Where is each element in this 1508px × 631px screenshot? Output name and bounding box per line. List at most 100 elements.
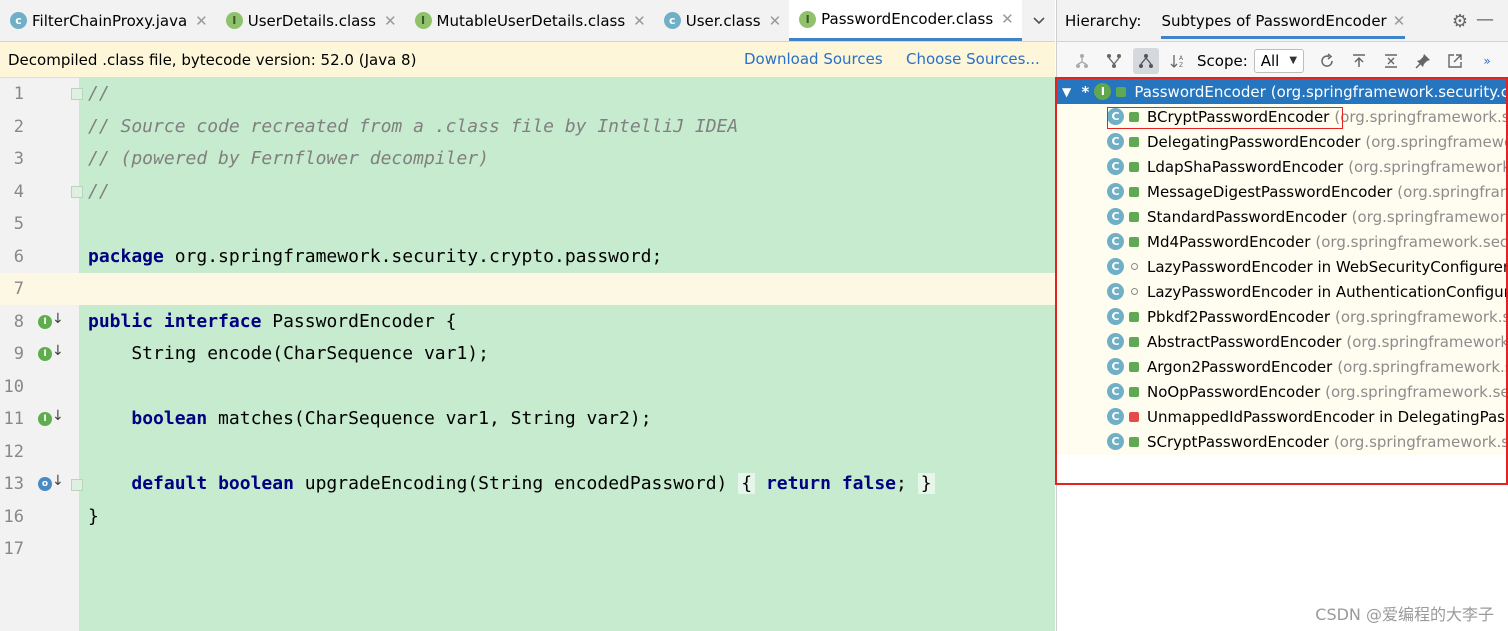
tab-label: FilterChainProxy.java: [32, 11, 188, 30]
close-icon[interactable]: »: [1474, 48, 1500, 74]
minimize-icon[interactable]: —: [1476, 9, 1494, 30]
subtypes-icon[interactable]: [1133, 47, 1159, 74]
choose-sources-link[interactable]: Choose Sources...: [906, 50, 1040, 68]
tree-item[interactable]: C Md4PasswordEncoder (org.springframewor…: [1057, 229, 1508, 254]
class-icon: C: [1107, 333, 1124, 350]
hierarchy-tree: ▼ * I PasswordEncoder (org.springframewo…: [1057, 79, 1508, 455]
keyword: package: [88, 246, 164, 267]
tree-item[interactable]: C UnmappedIdPasswordEncoder in Delegatin…: [1057, 404, 1508, 429]
tree-item[interactable]: C LazyPasswordEncoder in WebSecurityConf…: [1057, 254, 1508, 279]
tree-item-name: PasswordEncoder: [1134, 82, 1266, 101]
arrow-down-icon: ↓: [52, 473, 64, 489]
tree-item-package: (org.springframework: [1351, 207, 1508, 226]
public-icon: [1129, 336, 1139, 347]
chevron-down-icon[interactable]: [1023, 0, 1055, 41]
class-icon: C: [1107, 283, 1124, 300]
arrow-down-icon: ↓: [52, 343, 64, 359]
keyword: public: [88, 311, 154, 332]
hierarchy-panel: Hierarchy: Subtypes of PasswordEncoder ✕ …: [1056, 0, 1508, 631]
code-line: //: [88, 78, 110, 110]
close-icon[interactable]: ✕: [633, 12, 646, 30]
close-icon[interactable]: ✕: [195, 12, 208, 30]
tree-root-passwordencoder[interactable]: ▼ * I PasswordEncoder (org.springframewo…: [1057, 79, 1508, 104]
scope-dropdown[interactable]: All ▼: [1253, 48, 1305, 73]
sort-alpha-icon[interactable]: AZ: [1165, 48, 1191, 74]
tree-item[interactable]: C LazyPasswordEncoder in AuthenticationC…: [1057, 279, 1508, 304]
line-number: 4: [13, 182, 24, 202]
export-icon[interactable]: [1346, 48, 1372, 74]
tab-label: UserDetails.class: [247, 11, 376, 30]
class-icon: C: [1107, 108, 1124, 125]
close-icon[interactable]: ✕: [769, 12, 782, 30]
editor-pane: c FilterChainProxy.java ✕ I UserDetails.…: [0, 0, 1055, 631]
tab-mutableuserdetails[interactable]: I MutableUserDetails.class ✕: [405, 0, 654, 41]
public-icon: [1129, 236, 1139, 247]
line-number: 11: [3, 409, 24, 429]
close-icon[interactable]: ✕: [1393, 12, 1406, 30]
method-encode: String encode(CharSequence var1);: [88, 343, 489, 364]
tab-label: MutableUserDetails.class: [436, 11, 626, 30]
tree-item[interactable]: C NoOpPasswordEncoder (org.springframewo…: [1057, 379, 1508, 404]
tab-passwordencoder[interactable]: I PasswordEncoder.class ✕: [789, 0, 1022, 41]
tab-userdetails[interactable]: I UserDetails.class ✕: [216, 0, 405, 41]
keyword: interface: [163, 311, 262, 332]
code-line: // Source code recreated from a .class f…: [88, 111, 738, 143]
supertypes-icon[interactable]: [1101, 48, 1127, 74]
implemented-icon[interactable]: I: [38, 347, 52, 361]
folded-brace[interactable]: {: [738, 473, 756, 494]
decompiled-message: Decompiled .class file, bytecode version…: [8, 50, 417, 69]
svg-text:Z: Z: [1179, 62, 1183, 69]
tree-item[interactable]: C SCryptPasswordEncoder (org.springframe…: [1057, 429, 1508, 454]
tree-item[interactable]: C Pbkdf2PasswordEncoder (org.springframe…: [1057, 304, 1508, 329]
comment: //: [88, 83, 110, 104]
class-icon: C: [1107, 233, 1124, 250]
download-sources-link[interactable]: Download Sources: [744, 50, 883, 68]
refresh-icon[interactable]: [1314, 48, 1340, 74]
tree-item[interactable]: C LdapShaPasswordEncoder (org.springfram…: [1057, 154, 1508, 179]
tree-item[interactable]: C AbstractPasswordEncoder (org.springfra…: [1057, 329, 1508, 354]
public-icon: [1129, 136, 1139, 147]
interface-icon: I: [1094, 83, 1112, 100]
pin-icon[interactable]: [1410, 48, 1436, 74]
class-icon: C: [1107, 308, 1124, 325]
tree-item[interactable]: C DelegatingPasswordEncoder (org.springf…: [1057, 129, 1508, 154]
code-line: }: [88, 501, 99, 533]
collapse-all-icon[interactable]: [1378, 48, 1404, 74]
close-icon[interactable]: ✕: [1001, 10, 1014, 28]
tree-item[interactable]: C MessageDigestPasswordEncoder (org.spri…: [1057, 179, 1508, 204]
decompiled-info-bar: Decompiled .class file, bytecode version…: [0, 42, 1055, 78]
tree-item[interactable]: C BCryptPasswordEncoder (org.springframe…: [1057, 104, 1508, 129]
line-number: 7: [13, 279, 24, 299]
class-icon: C: [1107, 358, 1124, 375]
type-hierarchy-icon[interactable]: [1069, 48, 1095, 74]
keyword: false: [841, 473, 896, 494]
interface-declaration: PasswordEncoder {: [261, 311, 457, 332]
tree-item[interactable]: C StandardPasswordEncoder (org.springfra…: [1057, 204, 1508, 229]
tab-filterchainproxy[interactable]: c FilterChainProxy.java ✕: [0, 0, 216, 41]
class-icon: C: [1107, 433, 1124, 450]
chevron-down-icon: ▼: [1289, 55, 1298, 66]
code-area[interactable]: // // Source code recreated from a .clas…: [79, 78, 1055, 631]
tab-subtypes-label: Subtypes of PasswordEncoder: [1161, 11, 1387, 30]
open-in-new-icon[interactable]: [1442, 48, 1468, 74]
expand-arrow-icon[interactable]: ▼: [1062, 85, 1072, 99]
tree-item-package: (org.springfram: [1397, 182, 1508, 201]
tree-item[interactable]: C Argon2PasswordEncoder (org.springframe…: [1057, 354, 1508, 379]
overridden-icon[interactable]: o: [38, 477, 52, 491]
tab-subtypes[interactable]: Subtypes of PasswordEncoder ✕: [1161, 3, 1406, 39]
tab-user[interactable]: c User.class ✕: [654, 0, 789, 41]
line-number: 17: [3, 539, 24, 559]
folded-brace[interactable]: }: [917, 473, 935, 494]
implemented-icon[interactable]: I: [38, 412, 52, 426]
implemented-icon[interactable]: I: [38, 315, 52, 329]
tree-item-package: (org.springframework.: [1346, 332, 1508, 351]
close-icon[interactable]: ✕: [384, 12, 397, 30]
class-icon: C: [1107, 208, 1124, 225]
gear-icon[interactable]: ⚙: [1452, 11, 1468, 32]
method-upgradeencoding: upgradeEncoding(String encodedPassword): [293, 473, 739, 494]
code-line: // (powered by Fernflower decompiler): [88, 143, 489, 175]
tree-item-name: MessageDigestPasswordEncoder: [1147, 182, 1393, 201]
tree-item-package: (org.springframework.security.c: [1270, 82, 1508, 101]
public-icon: [1129, 161, 1139, 172]
hierarchy-header: Hierarchy: Subtypes of PasswordEncoder ✕ …: [1057, 0, 1508, 42]
